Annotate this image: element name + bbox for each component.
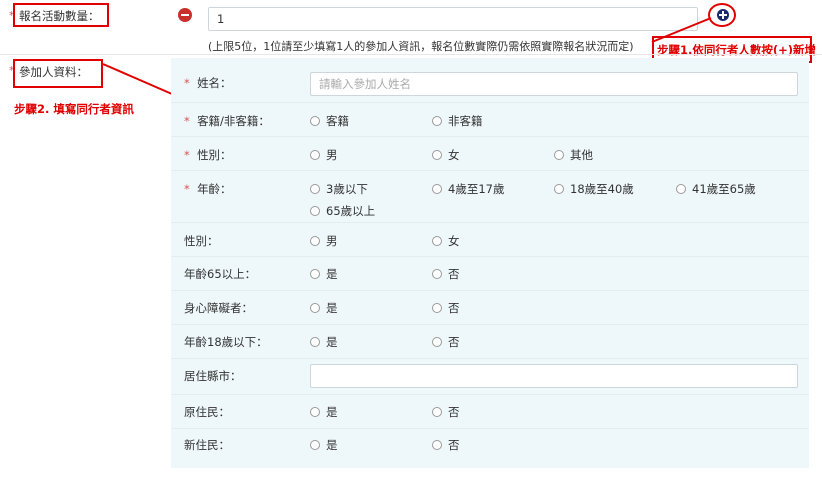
age-option-2[interactable]: 18歲至40歲 <box>554 181 634 197</box>
row-divider <box>171 428 809 429</box>
row-divider <box>171 136 809 137</box>
row-divider <box>171 170 809 171</box>
radio-icon <box>310 269 320 279</box>
radio-icon <box>432 337 442 347</box>
gender-required-label: * 性別： <box>184 148 232 162</box>
under18-option-yes[interactable]: 是 <box>310 334 338 350</box>
radio-icon <box>676 184 686 194</box>
radio-icon <box>432 116 442 126</box>
radio-icon <box>310 303 320 313</box>
radio-icon <box>310 150 320 160</box>
guest-label: * 客籍/非客籍： <box>184 114 270 128</box>
disabled-option-no[interactable]: 否 <box>432 300 460 316</box>
gender-label: 性別： <box>184 234 219 248</box>
city-input[interactable] <box>310 364 798 388</box>
row-divider <box>171 222 809 223</box>
under18-option-no[interactable]: 否 <box>432 334 460 350</box>
radio-icon <box>432 440 442 450</box>
age-option-4[interactable]: 65歲以上 <box>310 203 375 219</box>
radio-icon <box>432 236 442 246</box>
radio-icon <box>310 206 320 216</box>
radio-icon <box>310 184 320 194</box>
gender2-option-male[interactable]: 男 <box>310 233 338 249</box>
radio-icon <box>310 337 320 347</box>
radio-icon <box>432 269 442 279</box>
indigenous-option-yes[interactable]: 是 <box>310 404 338 420</box>
row-divider <box>171 394 809 395</box>
disabled-label: 身心障礙者： <box>184 301 253 315</box>
age-option-1[interactable]: 4歲至17歲 <box>432 181 504 197</box>
radio-icon <box>554 184 564 194</box>
new-resident-label: 新住民： <box>184 438 230 452</box>
radio-icon <box>432 407 442 417</box>
row-divider <box>171 256 809 257</box>
over65-option-yes[interactable]: 是 <box>310 266 338 282</box>
radio-icon <box>310 116 320 126</box>
name-label: * 姓名： <box>184 76 232 90</box>
row-divider <box>171 102 809 103</box>
row-divider <box>171 324 809 325</box>
gender-option-female[interactable]: 女 <box>432 147 460 163</box>
under18-label: 年齡18歲以下： <box>184 335 268 349</box>
age-option-0[interactable]: 3歲以下 <box>310 181 368 197</box>
radio-icon <box>432 303 442 313</box>
name-input[interactable]: 請輸入參加人姓名 <box>310 72 798 96</box>
gender-option-male[interactable]: 男 <box>310 147 338 163</box>
age-label: * 年齡： <box>184 182 232 196</box>
over65-option-no[interactable]: 否 <box>432 266 460 282</box>
guest-option-no[interactable]: 非客籍 <box>432 113 483 129</box>
radio-icon <box>432 150 442 160</box>
radio-icon <box>432 184 442 194</box>
gender-option-other[interactable]: 其他 <box>554 147 593 163</box>
disabled-option-yes[interactable]: 是 <box>310 300 338 316</box>
radio-icon <box>310 236 320 246</box>
indigenous-label: 原住民： <box>184 405 230 419</box>
row-divider <box>171 358 809 359</box>
new-resident-option-no[interactable]: 否 <box>432 437 460 453</box>
row-divider <box>171 290 809 291</box>
radio-icon <box>310 440 320 450</box>
indigenous-option-no[interactable]: 否 <box>432 404 460 420</box>
gender2-option-female[interactable]: 女 <box>432 233 460 249</box>
guest-option-yes[interactable]: 客籍 <box>310 113 349 129</box>
city-label: 居住縣市： <box>184 369 242 383</box>
radio-icon <box>310 407 320 417</box>
new-resident-option-yes[interactable]: 是 <box>310 437 338 453</box>
age-option-3[interactable]: 41歲至65歲 <box>676 181 756 197</box>
over65-label: 年齡65以上： <box>184 267 257 281</box>
radio-icon <box>554 150 564 160</box>
